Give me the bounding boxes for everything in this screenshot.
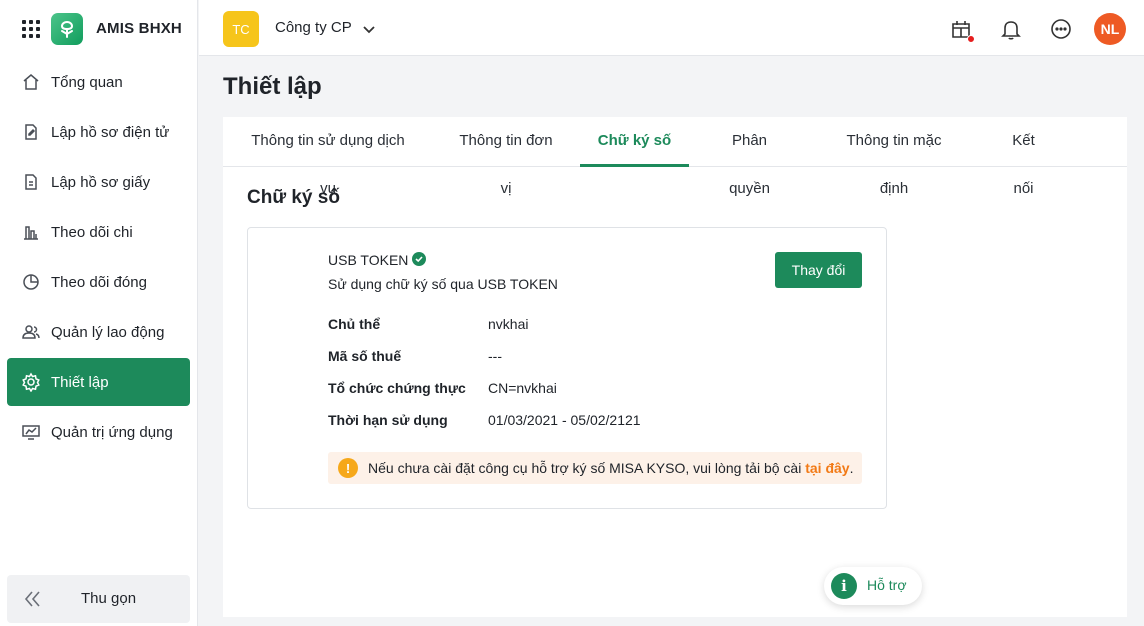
tab-thong-tin-su-dung-dich-vu[interactable]: Thông tin sử dụng dịch vụ: [247, 117, 409, 197]
owner-label: Chủ thể: [328, 316, 381, 332]
issuer-value: CN=nvkhai: [488, 380, 557, 396]
company-name[interactable]: Công ty CP: [275, 19, 352, 36]
more-options-icon[interactable]: [1048, 16, 1074, 42]
sidebar-item-label: Theo dõi chi: [51, 223, 133, 241]
brand: AMIS BHXH: [0, 0, 198, 56]
sidebar-item-label: Lập hồ sơ điện tử: [51, 123, 170, 141]
gear-icon: [21, 372, 41, 392]
collapse-label: Thu gọn: [81, 590, 137, 607]
sidebar-item-label: Quản trị ứng dụng: [51, 423, 173, 441]
notice-text: Nếu chưa cài đặt công cụ hỗ trợ ký số MI…: [368, 460, 802, 476]
issuer-label: Tổ chức chứng thực: [328, 380, 466, 396]
sidebar-item-theo-doi-dong[interactable]: Theo dõi đóng: [7, 258, 190, 306]
owner-value: nvkhai: [488, 316, 529, 332]
notification-dot: [967, 35, 975, 43]
sidebar-item-theo-doi-chi[interactable]: Theo dõi chi: [7, 208, 190, 256]
tab-ket-noi[interactable]: Kết nối: [1002, 117, 1045, 197]
sidebar-item-lap-ho-so-dien-tu[interactable]: Lập hồ sơ điện tử: [7, 108, 190, 156]
double-chevron-left-icon: [23, 590, 43, 611]
top-bar: TC Công ty CP NL: [199, 0, 1144, 56]
install-notice: ! Nếu chưa cài đặt công cụ hỗ trợ ký số …: [328, 452, 862, 484]
tab-chu-ky-so[interactable]: Chữ ký số: [580, 117, 689, 167]
settings-panel: Thông tin sử dụng dịch vụ Thông tin đơn …: [223, 117, 1127, 617]
bar-chart-icon: [21, 222, 41, 242]
sidebar-item-quan-ly-lao-dong[interactable]: Quản lý lao động: [7, 308, 190, 356]
tab-thong-tin-don-vi[interactable]: Thông tin đơn vị: [456, 117, 556, 197]
company-avatar[interactable]: TC: [223, 11, 259, 47]
download-link[interactable]: tại đây: [805, 460, 849, 476]
sidebar-item-label: Thiết lập: [51, 373, 109, 391]
tab-phan-quyen[interactable]: Phân quyền: [713, 117, 786, 197]
home-icon: [21, 72, 41, 92]
sidebar-item-label: Tổng quan: [51, 73, 123, 91]
apps-grid-icon[interactable]: [22, 20, 40, 38]
notice-text-wrap: Nếu chưa cài đặt công cụ hỗ trợ ký số MI…: [368, 460, 853, 476]
sidebar-item-label: Lập hồ sơ giấy: [51, 173, 151, 191]
support-label: Hỗ trợ: [867, 577, 907, 593]
sidebar-nav: Tổng quan Lập hồ sơ điện tử Lập hồ sơ gi…: [7, 58, 190, 458]
change-button[interactable]: Thay đổi: [775, 252, 862, 288]
collapse-sidebar-button[interactable]: Thu gọn: [7, 575, 190, 623]
validity-value: 01/03/2021 - 05/02/2121: [488, 412, 641, 428]
info-icon: i: [831, 573, 857, 599]
edit-document-icon: [21, 122, 41, 142]
sidebar-item-lap-ho-so-giay[interactable]: Lập hồ sơ giấy: [7, 158, 190, 206]
amis-logo-icon: [51, 13, 83, 45]
tax-code-value: ---: [488, 348, 502, 364]
pie-chart-icon: [21, 272, 41, 292]
sidebar: AMIS BHXH Tổng quan Lập hồ sơ điện tử Lậ…: [0, 0, 198, 626]
paper-document-icon: [21, 172, 41, 192]
section-title: Chữ ký số: [247, 187, 340, 208]
sidebar-item-tong-quan[interactable]: Tổng quan: [7, 58, 190, 106]
user-avatar[interactable]: NL: [1094, 13, 1126, 45]
signature-description: Sử dụng chữ ký số qua USB TOKEN: [328, 276, 558, 292]
warning-icon: !: [338, 458, 358, 478]
sidebar-item-label: Theo dõi đóng: [51, 273, 147, 291]
sidebar-item-quan-tri-ung-dung[interactable]: Quản trị ứng dụng: [7, 408, 190, 456]
support-button[interactable]: i Hỗ trợ: [824, 567, 922, 605]
signature-card: USB TOKEN Sử dụng chữ ký số qua USB TOKE…: [247, 227, 887, 509]
verified-check-icon: [412, 252, 426, 266]
sidebar-item-label: Quản lý lao động: [51, 323, 165, 341]
calendar-gift-icon[interactable]: [948, 16, 975, 43]
monitor-chart-icon: [21, 422, 41, 442]
settings-tabs: Thông tin sử dụng dịch vụ Thông tin đơn …: [223, 117, 1127, 197]
tab-thong-tin-mac-dinh[interactable]: Thông tin mặc định: [834, 117, 954, 197]
page-title: Thiết lập: [223, 73, 322, 100]
signature-type: USB TOKEN: [328, 252, 409, 268]
sidebar-item-thiet-lap[interactable]: Thiết lập: [7, 358, 190, 406]
tax-code-label: Mã số thuế: [328, 348, 402, 364]
chevron-down-icon[interactable]: [363, 22, 375, 38]
users-icon: [21, 322, 41, 342]
notice-period: .: [849, 460, 854, 476]
bell-icon[interactable]: [998, 16, 1024, 42]
app-name: AMIS BHXH: [96, 20, 182, 37]
validity-label: Thời hạn sử dụng: [328, 412, 448, 428]
